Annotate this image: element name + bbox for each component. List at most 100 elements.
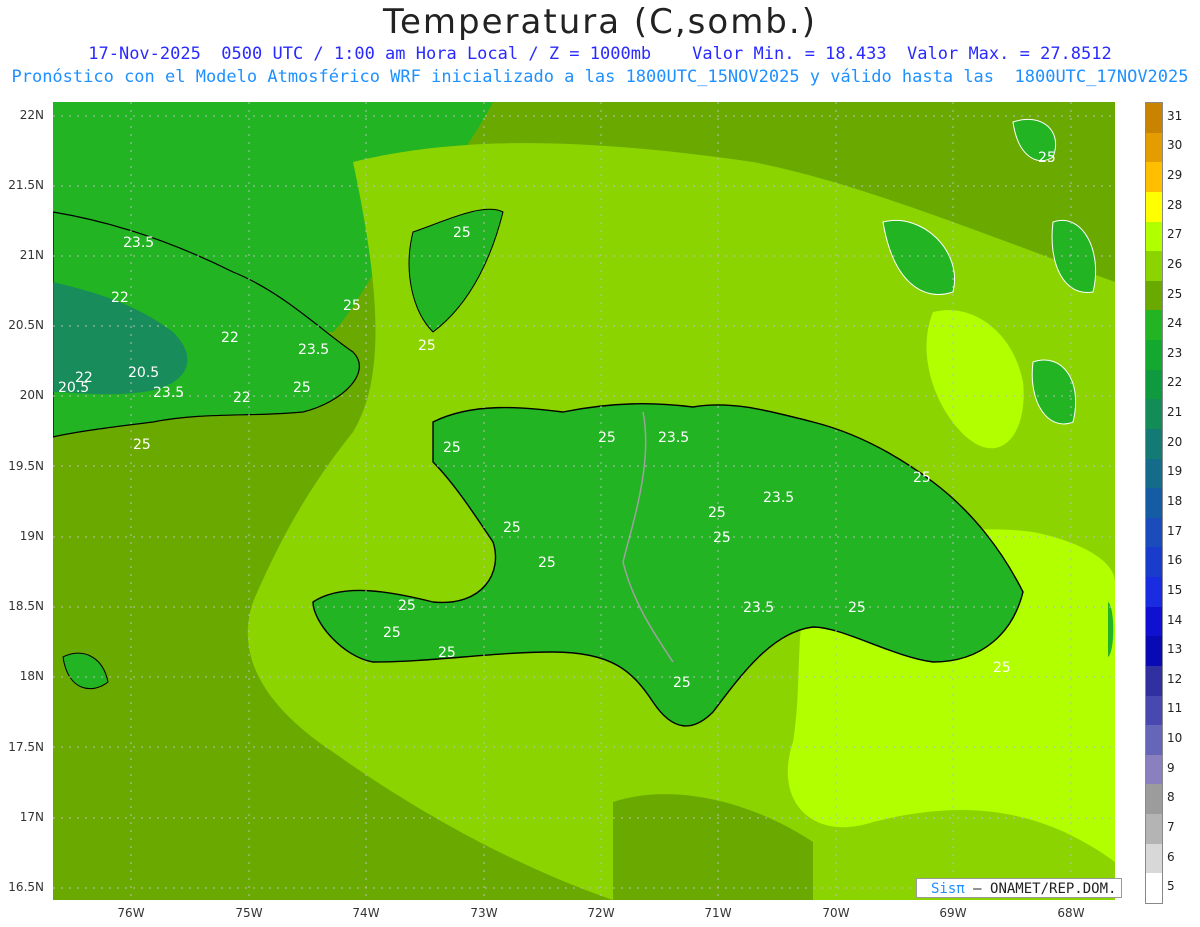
longitude-label: 75W xyxy=(235,906,263,920)
colorbar-swatch xyxy=(1146,665,1162,696)
contour-label: 25 xyxy=(438,645,456,661)
colorbar-swatch xyxy=(1146,695,1162,726)
colorbar-swatch xyxy=(1146,399,1162,429)
colorbar-swatch xyxy=(1146,814,1162,844)
colorbar-swatch xyxy=(1146,488,1162,518)
contour-label: 23.5 xyxy=(123,235,154,251)
contour-label: 25 xyxy=(708,505,726,521)
subtitle-model-info: Pronóstico con el Modelo Atmosférico WRF… xyxy=(11,67,1189,87)
contour-label: 22 xyxy=(75,370,93,386)
colorbar-label: 12 xyxy=(1167,671,1183,686)
colorbar-label: 27 xyxy=(1167,227,1183,242)
colorbar-swatch xyxy=(1146,636,1162,666)
contour-label: 25 xyxy=(993,660,1011,676)
colorbar-swatch xyxy=(1146,547,1162,577)
longitude-label: 73W xyxy=(470,906,498,920)
colorbar-label: 20 xyxy=(1167,434,1183,449)
colorbar-label: 7 xyxy=(1167,819,1175,834)
colorbar-label: 21 xyxy=(1167,405,1183,420)
colorbar-swatch xyxy=(1146,843,1162,874)
colorbar-swatch xyxy=(1146,251,1162,281)
colorbar-label: 5 xyxy=(1167,879,1175,894)
contour-label: 25 xyxy=(343,298,361,314)
longitude-label: 74W xyxy=(352,906,380,920)
colorbar-swatch xyxy=(1146,458,1162,489)
colorbar xyxy=(1145,102,1163,904)
contour-label: 25 xyxy=(293,380,311,396)
longitude-label: 69W xyxy=(939,906,967,920)
colorbar-label: 10 xyxy=(1167,731,1183,746)
colorbar-swatch xyxy=(1146,577,1162,607)
colorbar-swatch xyxy=(1146,103,1162,133)
onamet-credit: — ONAMET/REP.DOM. xyxy=(973,881,1117,897)
contour-label: 25 xyxy=(673,675,691,691)
colorbar-swatch xyxy=(1146,310,1162,340)
colorbar-label: 18 xyxy=(1167,494,1183,508)
contour-label: 25 xyxy=(133,437,151,453)
latitude-label: 20N xyxy=(19,388,44,402)
colorbar-label: 26 xyxy=(1167,256,1183,271)
contour-label: 25 xyxy=(418,338,436,354)
longitude-label: 71W xyxy=(704,906,732,920)
contour-label: 22 xyxy=(221,330,239,346)
colorbar-swatch xyxy=(1146,221,1162,252)
colorbar-label: 14 xyxy=(1167,612,1183,627)
colorbar-swatch xyxy=(1146,784,1162,814)
latitude-label: 18.5N xyxy=(8,599,44,613)
colorbar-swatch xyxy=(1146,132,1162,163)
colorbar-swatch xyxy=(1146,369,1162,400)
contour-label: 25 xyxy=(848,600,866,616)
credit-box: Sisπ — ONAMET/REP.DOM. xyxy=(916,878,1122,898)
latitude-label: 20.5N xyxy=(8,318,44,332)
contour-label: 25 xyxy=(598,430,616,446)
colorbar-swatch xyxy=(1146,340,1162,370)
contour-label: 25 xyxy=(503,520,521,536)
latitude-label: 21N xyxy=(19,248,44,262)
contour-label: 22 xyxy=(233,390,251,406)
colorbar-label: 24 xyxy=(1167,316,1183,331)
colorbar-label: 17 xyxy=(1167,523,1183,538)
latitude-label: 22N xyxy=(19,108,44,122)
contour-label: 25 xyxy=(398,598,416,614)
latitude-label: 16.5N xyxy=(8,880,44,894)
colorbar-swatch xyxy=(1146,280,1162,311)
colorbar-swatch xyxy=(1146,754,1162,785)
colorbar-label: 22 xyxy=(1167,375,1183,390)
colorbar-swatch xyxy=(1146,428,1162,459)
colorbar-swatch xyxy=(1146,725,1162,755)
colorbar-swatch xyxy=(1146,517,1162,548)
latitude-label: 19N xyxy=(19,529,44,543)
longitude-label: 68W xyxy=(1057,906,1085,920)
latitude-label: 17N xyxy=(19,810,44,824)
latitude-label: 21.5N xyxy=(8,178,44,192)
latitude-label: 19.5N xyxy=(8,459,44,473)
colorbar-label: 8 xyxy=(1167,790,1175,805)
colorbar-label: 28 xyxy=(1167,197,1183,212)
colorbar-label: 30 xyxy=(1167,138,1183,153)
contour-label: 25 xyxy=(1038,150,1056,166)
temperature-map: 23.5222220.522 20.523.5 2223.5252525252525… xyxy=(53,102,1115,900)
contour-label: 25 xyxy=(713,530,731,546)
contour-label: 25 xyxy=(383,625,401,641)
colorbar-swatch xyxy=(1146,191,1162,222)
colorbar-label: 29 xyxy=(1167,168,1183,183)
colorbar-label: 9 xyxy=(1167,760,1175,775)
longitude-label: 72W xyxy=(587,906,615,920)
longitude-label: 70W xyxy=(822,906,850,920)
contour-label: 25 xyxy=(538,555,556,571)
contour-label: 23.5 xyxy=(658,430,689,446)
colorbar-swatch xyxy=(1146,606,1162,637)
longitude-label: 76W xyxy=(117,906,145,920)
contour-label: 20.5 xyxy=(128,365,159,381)
colorbar-label: 23 xyxy=(1167,345,1183,360)
colorbar-swatch xyxy=(1146,873,1162,903)
colorbar-label: 16 xyxy=(1167,553,1183,568)
colorbar-label: 31 xyxy=(1167,108,1183,123)
contour-label: 25 xyxy=(453,225,471,241)
contour-label: 25 xyxy=(443,440,461,456)
contour-label: 25 xyxy=(913,470,931,486)
contour-label: 23.5 xyxy=(763,490,794,506)
latitude-label: 18N xyxy=(19,669,44,683)
contour-label: 22 xyxy=(111,290,129,306)
subtitle-valid-time: 17-Nov-2025 0500 UTC / 1:00 am Hora Loca… xyxy=(88,44,1112,64)
